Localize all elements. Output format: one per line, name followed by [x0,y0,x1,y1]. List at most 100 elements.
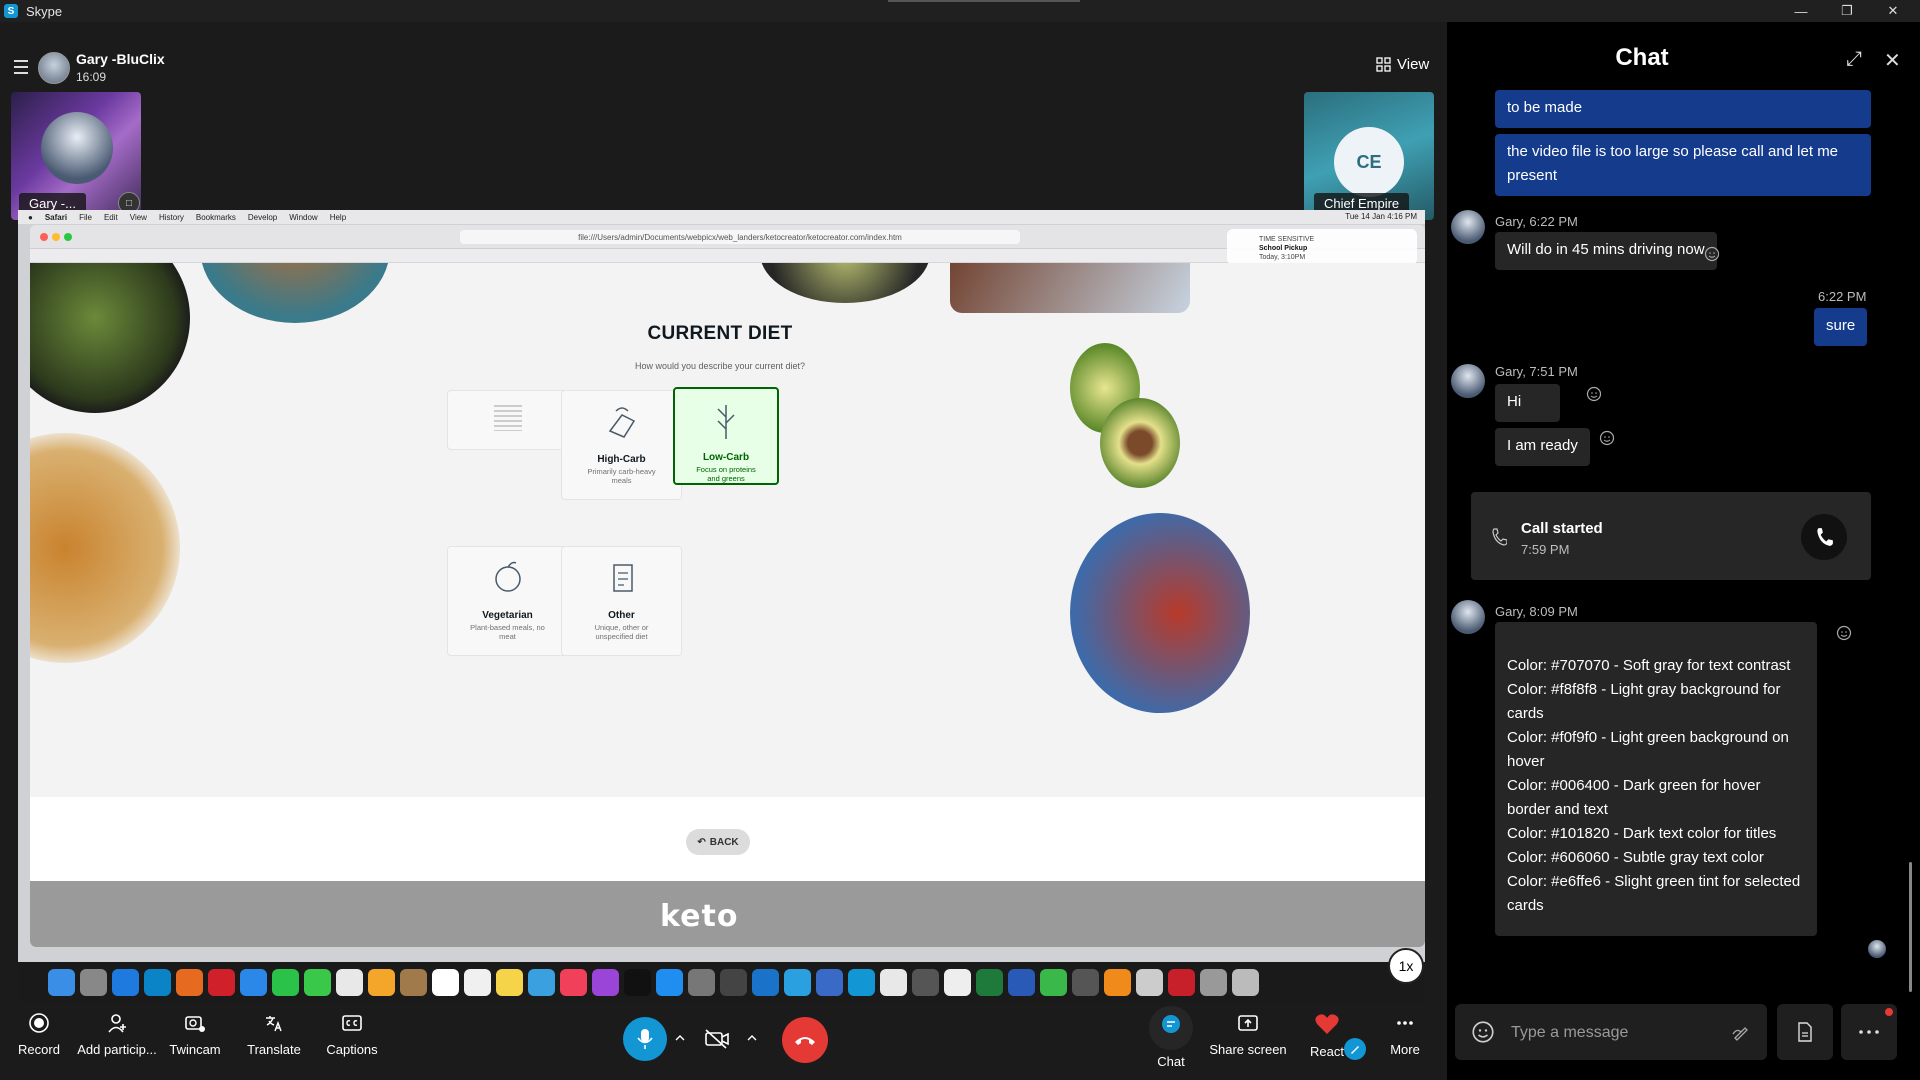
end-call-button[interactable] [782,1017,828,1063]
record-button[interactable]: Record [0,1012,79,1057]
phone-small-icon [1492,528,1507,546]
card-description: Focus on proteins and greens [696,465,756,483]
safari-window: file:///Users/admin/Documents/webpicx/we… [30,225,1425,947]
back-label: BACK [709,836,739,848]
restore-icon[interactable]: ❐ [1824,0,1870,22]
gary-avatar [1451,364,1485,398]
card-description: Primarily carb-heavy meals [587,467,656,485]
grid-icon [1376,57,1391,72]
keto-footer-band: keto [30,881,1425,947]
skype-dock-icon [848,968,875,996]
notification-line: Today, 3:10PM [1259,254,1306,261]
skype-logo-icon: S [4,4,18,18]
call-duration: 16:09 [76,70,107,84]
share-screen-label: Share screen [1209,1042,1287,1057]
page-subtitle: How would you describe your current diet… [634,361,806,371]
more-button[interactable]: More [1365,1012,1445,1057]
twincam-icon [185,1016,205,1032]
avocado-image [1100,398,1180,488]
diet-card-high-carb[interactable]: High-Carb Primarily carb-heavy meals [561,390,682,500]
add-participant-button[interactable]: Add particip... [76,1012,158,1057]
add-reaction-icon[interactable] [1586,386,1602,402]
minimize-dot-icon [52,233,60,241]
twincam-button[interactable]: Twincam [155,1012,235,1057]
hamburger-menu-icon[interactable] [14,60,32,74]
captions-label: Captions [326,1042,378,1057]
captions-button[interactable]: Captions [312,1012,392,1057]
shared-screen: ● Safari File Edit View History Bookmark… [18,210,1425,1002]
notes-icon [496,968,523,996]
add-reaction-icon[interactable] [1836,625,1852,641]
mac-menu-item: Develop [247,212,278,222]
file-icon [1798,1022,1812,1042]
diet-card-other[interactable]: Other Unique, other or unspecified diet [561,546,682,656]
self-video-tile[interactable]: Gary -... □ [11,92,141,220]
handwriting-icon[interactable] [1731,1022,1751,1042]
mac-menu-item: Safari [44,212,68,222]
view-button[interactable]: View [1376,56,1429,73]
microphone-button[interactable] [623,1017,667,1061]
food-plate-image [950,263,1190,313]
mic-options-chevron-icon[interactable] [672,1030,688,1046]
chat-toggle-button[interactable]: Chat [1131,1006,1211,1069]
outgoing-message: to be made [1495,90,1871,128]
emoji-icon[interactable] [1471,1020,1495,1044]
chrome-icon [880,968,907,996]
maps-icon [336,968,363,996]
gary-avatar [1451,600,1485,634]
notification-line: TIME SENSITIVE [1259,236,1315,243]
back-arrow-icon: ↶ [697,836,706,848]
remote-participant-tile[interactable]: CE Chief Empire [1304,92,1434,220]
photos-icon [368,968,395,996]
reminders-icon [464,968,491,996]
message-input[interactable] [1511,1022,1711,1044]
chat-icon-wrap [1149,1006,1193,1050]
diet-card-low-carb[interactable]: Low-Carb Focus on proteins and greens [673,387,779,485]
color-line: Color: #006400 - Dark green for hover bo… [1507,777,1761,818]
notification-line: School Pickup [1259,245,1308,252]
mac-menu-item: View [129,212,147,222]
card-title: Vegetarian [482,610,533,621]
add-participant-label: Add particip... [77,1042,157,1057]
chat-scrollbar[interactable] [1909,862,1912,992]
read-receipt-avatar [1868,940,1886,958]
back-button[interactable]: ↶ BACK [686,829,750,855]
add-reaction-icon[interactable] [1599,430,1615,446]
food-plate-image [200,263,390,323]
minimize-icon[interactable]: — [1778,0,1824,22]
record-icon [29,1013,49,1033]
more-dots-icon [1397,1021,1413,1025]
pen-icon[interactable] [1344,1038,1366,1060]
heart-icon [1315,1014,1339,1034]
app-store-icon [656,968,683,996]
close-chat-icon[interactable]: ✕ [1884,48,1906,72]
more-options-button[interactable] [1841,1004,1897,1060]
card-title: High-Carb [597,454,646,465]
diet-card[interactable] [447,390,568,450]
react-label: React [1310,1044,1344,1059]
clipboard-icon [612,564,633,592]
diet-card-vegetarian[interactable]: Vegetarian Plant-based meals, no meat [447,546,568,656]
playback-speed-button[interactable]: 1x [1388,948,1424,984]
freeform-icon [528,968,555,996]
app-icon [816,968,843,996]
expand-icon[interactable]: ⤢ [1846,48,1868,70]
translate-button[interactable]: Translate [234,1012,314,1057]
card-title: Low-Carb [702,452,750,463]
attach-file-button[interactable] [1777,1004,1833,1060]
share-screen-button[interactable]: Share screen [1208,1012,1288,1057]
mac-menu-item: File [79,212,92,222]
close-window-icon[interactable]: ✕ [1870,0,1916,22]
food-plate-image [760,263,930,303]
camera-off-button[interactable] [695,1017,739,1061]
video-options-chevron-icon[interactable] [744,1030,760,1046]
mac-menu-bar: ● Safari File Edit View History Bookmark… [18,210,1425,224]
rejoin-call-button[interactable] [1801,514,1847,560]
mac-menu-item: History [158,212,184,222]
notification-banner: TIME SENSITIVE School Pickup Today, 3:10… [1227,229,1417,265]
phone-icon [1817,528,1833,546]
excel-icon [976,968,1003,996]
add-reaction-icon[interactable] [1704,246,1720,262]
firefox-icon [176,968,203,996]
address-bar: file:///Users/admin/Documents/webpicx/we… [460,230,1020,244]
